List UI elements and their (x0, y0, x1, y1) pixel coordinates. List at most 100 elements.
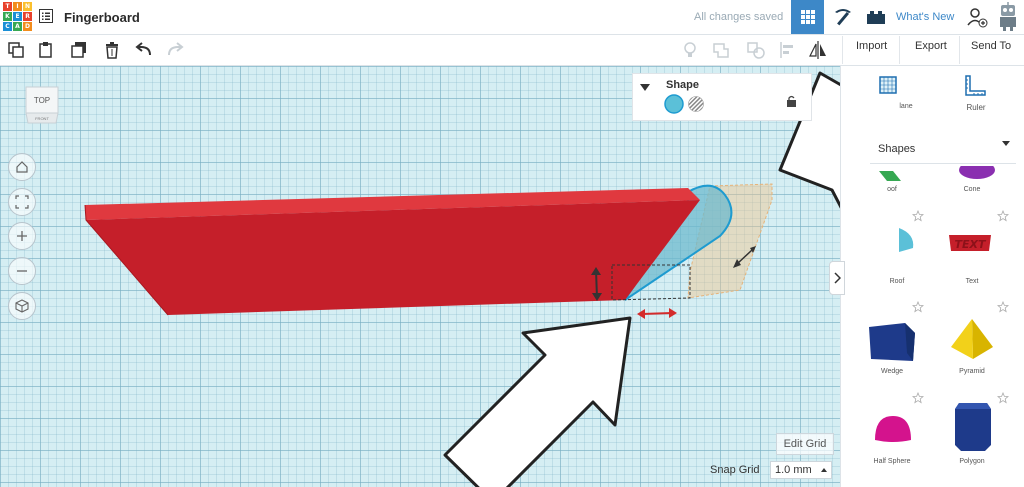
duplicate-button[interactable] (69, 40, 89, 60)
import-button[interactable]: Import (856, 40, 887, 52)
view-cube[interactable]: TOP FRONT (22, 83, 62, 125)
trash-icon (106, 42, 118, 59)
favorite-star-icon[interactable] (912, 392, 924, 404)
ruler-label: Ruler (966, 103, 986, 112)
redo-button[interactable] (165, 40, 185, 60)
shape-category-dropdown[interactable]: Shapes (870, 133, 1016, 164)
toolbar-divider (899, 36, 900, 64)
bricks-button[interactable] (859, 0, 892, 34)
hole-swatch-icon[interactable] (688, 96, 704, 112)
shapes-library-panel: lane Ruler oof Cone Roof TEXT Text Wedge… (840, 66, 1024, 487)
robot-avatar-icon (1000, 2, 1016, 31)
favorite-star-icon[interactable] (997, 210, 1009, 222)
duplicate-icon (71, 42, 86, 58)
snap-grid-select[interactable]: 1.0 mm (770, 461, 832, 479)
shape-label-cone: Cone (963, 186, 981, 193)
fit-view-button[interactable] (8, 188, 36, 216)
align-button[interactable] (778, 40, 798, 60)
width-handle[interactable] (637, 308, 677, 319)
collapse-inspector-icon[interactable] (640, 84, 650, 92)
view-cube-front-label: FRONT (35, 116, 49, 121)
ruler-icon[interactable] (963, 74, 987, 98)
export-button[interactable]: Export (915, 40, 947, 52)
solid-color-swatch[interactable] (664, 94, 684, 114)
document-title[interactable]: Fingerboard (64, 10, 140, 25)
list-icon[interactable] (39, 9, 53, 23)
logo-letter-d: D (23, 22, 32, 31)
tinkercad-logo[interactable]: T I N K E R C A D (3, 2, 32, 32)
paste-button[interactable] (36, 40, 56, 60)
wedge-shape-thumb[interactable] (867, 321, 917, 363)
cube-icon (15, 299, 29, 313)
logo-letter-e: E (13, 12, 22, 21)
3d-view-button[interactable] (791, 0, 824, 34)
send-to-button[interactable]: Send To (971, 40, 1011, 52)
mirror-button[interactable] (808, 40, 828, 60)
shape-label-roof-top: oof (887, 186, 897, 193)
shape-label-polygon: Polygon (959, 458, 985, 465)
half-sphere-shape-thumb[interactable] (873, 414, 913, 444)
snap-grid-label: Snap Grid (710, 464, 760, 476)
delete-button[interactable] (102, 40, 122, 60)
fit-icon (15, 195, 29, 209)
chevron-up-icon (821, 468, 827, 472)
lock-icon[interactable] (786, 95, 797, 107)
paste-icon (39, 42, 52, 58)
favorite-star-icon[interactable] (997, 392, 1009, 404)
ungroup-icon (747, 42, 765, 59)
favorite-star-icon[interactable] (997, 301, 1009, 313)
zoom-in-button[interactable] (8, 222, 36, 250)
scene (84, 71, 840, 487)
edit-grid-button[interactable]: Edit Grid (776, 433, 834, 455)
whats-new-link[interactable]: What's New (896, 11, 954, 23)
cone-shape-thumb[interactable] (957, 166, 997, 182)
favorite-star-icon[interactable] (912, 301, 924, 313)
align-icon (780, 42, 793, 58)
annotation-arrow-up-right (443, 316, 632, 487)
toolbar-divider (842, 36, 843, 64)
shape-label-text: Text (965, 278, 979, 285)
copy-icon (8, 42, 24, 58)
pyramid-shape-thumb[interactable] (949, 317, 995, 361)
text-shape-thumb[interactable]: TEXT (947, 231, 993, 255)
logo-letter-r: R (23, 12, 32, 21)
plus-icon (17, 231, 27, 241)
logo-letter-n: N (23, 2, 32, 11)
workplane-icon[interactable] (877, 74, 899, 96)
ungroup-button[interactable] (746, 40, 766, 60)
perspective-button[interactable] (8, 292, 36, 320)
chevron-right-icon (834, 272, 841, 284)
roof-shape-thumb[interactable] (879, 171, 901, 185)
panel-toggle-button[interactable] (829, 261, 845, 295)
red-box-front (86, 200, 700, 315)
group-button[interactable] (712, 40, 732, 60)
undo-button[interactable] (134, 40, 154, 60)
undo-icon (135, 42, 151, 56)
zoom-out-button[interactable] (8, 257, 36, 285)
save-status: All changes saved (694, 11, 784, 23)
view-cube-top-label: TOP (34, 96, 50, 105)
add-user-button[interactable] (960, 0, 993, 34)
copy-button[interactable] (6, 40, 26, 60)
group-icon (713, 43, 729, 58)
favorite-star-icon[interactable] (912, 210, 924, 222)
polygon-shape-thumb[interactable] (953, 399, 993, 453)
chevron-down-icon (1002, 141, 1010, 146)
top-bar: T I N K E R C A D Fingerboard All change… (0, 0, 1024, 35)
shape-label-wedge: Wedge (880, 368, 904, 375)
round-roof-shape-thumb[interactable] (899, 228, 915, 254)
add-user-icon (966, 8, 987, 28)
blocks-button[interactable] (826, 0, 859, 34)
workplane-canvas[interactable] (0, 66, 840, 487)
snap-grid-value: 1.0 mm (775, 464, 812, 476)
shape-inspector (632, 73, 812, 121)
mirror-icon (809, 41, 826, 59)
workplane-label: lane (899, 103, 913, 110)
avatar[interactable] (992, 0, 1024, 34)
notes-button[interactable] (680, 40, 700, 60)
logo-letter-t: T (3, 2, 12, 11)
home-view-button[interactable] (8, 153, 36, 181)
logo-letter-a: A (13, 22, 22, 31)
brick-icon (866, 11, 885, 24)
lightbulb-icon (684, 42, 696, 57)
